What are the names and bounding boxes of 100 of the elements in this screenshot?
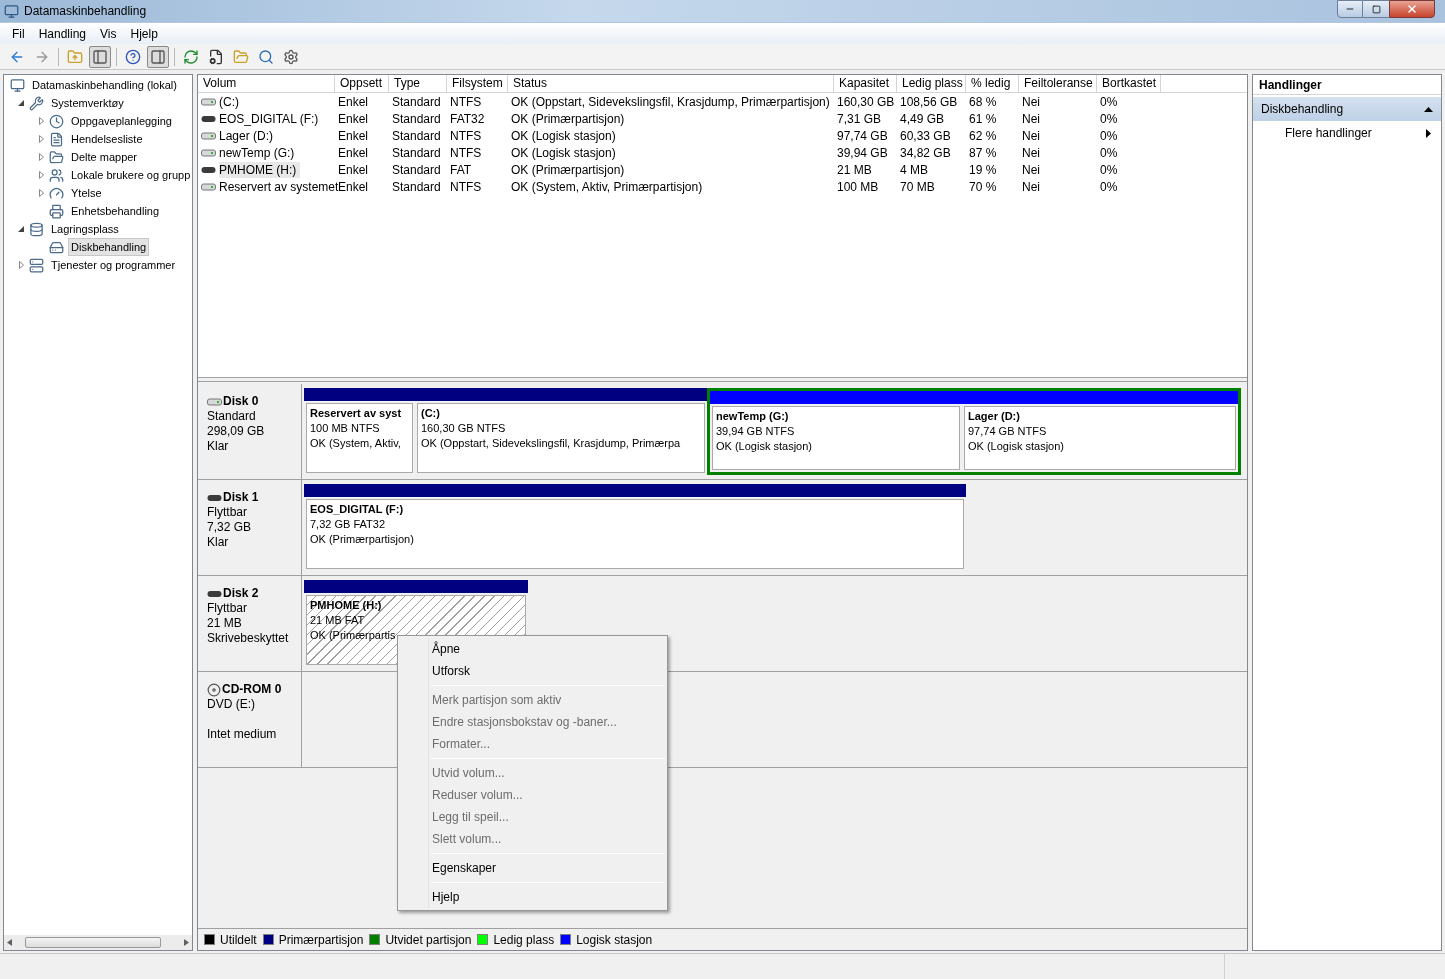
collapsed-arrow-icon[interactable] (38, 153, 44, 161)
tree-item[interactable]: Systemverktøy (48, 94, 127, 112)
partition[interactable]: Lager (D:) 97,74 GB NTFS OK (Logisk stasjon) (964, 406, 1236, 470)
window-title: Datamaskinbehandling (24, 3, 147, 20)
column-header[interactable]: Type (389, 75, 447, 92)
tree-item[interactable]: Enhetsbehandling (68, 202, 163, 220)
column-header[interactable]: Ledig plass (897, 75, 966, 92)
table-cell: 39,94 GB (837, 144, 888, 161)
table-cell: Enkel (338, 178, 369, 195)
disk-info: DVD (E:) (207, 697, 255, 712)
storage-icon (29, 221, 44, 237)
close-icon (1406, 3, 1418, 15)
tree-item[interactable]: Datamaskinbehandling (lokal) (29, 76, 180, 94)
tree-item[interactable]: Delte mapper (68, 148, 141, 166)
collapse-arrow-icon[interactable] (1424, 106, 1433, 112)
table-cell[interactable]: Reservert av systemet (219, 178, 339, 195)
partition-info: 100 MB NTFS (310, 421, 380, 436)
column-header[interactable]: Filsystem (447, 75, 508, 92)
table-cell[interactable]: EOS_DIGITAL (F:) (219, 110, 319, 127)
action-item[interactable]: Flere handlinger (1253, 121, 1441, 145)
partition[interactable]: newTemp (G:) 39,94 GB NTFS OK (Logisk stasjon) (712, 406, 960, 470)
column-header[interactable]: Oppsett (335, 75, 389, 92)
table-cell: Nei (1022, 161, 1040, 178)
table-cell: 97,74 GB (837, 127, 888, 144)
minimize-button[interactable] (1337, 0, 1363, 18)
actions-section-header[interactable]: Diskbehandling (1253, 97, 1441, 121)
column-header[interactable]: Status (508, 75, 834, 92)
collapsed-arrow-icon[interactable] (38, 135, 44, 143)
menu-item[interactable]: Vis (94, 24, 123, 43)
table-cell[interactable]: newTemp (G:) (219, 144, 295, 161)
table-cell: 62 % (969, 127, 997, 144)
menu-item[interactable]: Fil (6, 24, 31, 43)
tree-item[interactable]: Lokale brukere og grupp (68, 166, 192, 184)
column-header[interactable]: % ledig (966, 75, 1019, 92)
table-cell: 19 % (969, 161, 997, 178)
table-cell[interactable]: (C:) (219, 93, 239, 110)
tree-item[interactable]: Tjenester og programmer (48, 256, 179, 274)
table-cell: 0% (1100, 127, 1118, 144)
collapsed-arrow-icon[interactable] (18, 261, 24, 269)
legend-label: Ledig plass (493, 931, 555, 949)
table-cell[interactable]: Lager (D:) (219, 127, 274, 144)
close-button[interactable] (1389, 0, 1435, 18)
settings-icon (283, 48, 299, 65)
expanded-arrow-icon[interactable] (18, 226, 24, 232)
partition[interactable]: (C:) 160,30 GB NTFS OK (Oppstart, Sidevekslingsfil, Krasjdump, Primærpa (417, 403, 705, 473)
table-cell: Nei (1022, 127, 1040, 144)
table-cell: 108,56 GB (900, 93, 958, 110)
disk-info: Intet medium (207, 727, 277, 742)
disk-info: 7,32 GB (207, 520, 252, 535)
tree-item[interactable]: Lagringsplass (48, 220, 122, 238)
disk-info: 298,09 GB (207, 424, 265, 439)
column-header[interactable]: Kapasitet (834, 75, 897, 92)
table-cell: Nei (1022, 178, 1040, 195)
search-icon (258, 48, 274, 65)
partition-name: Reservert av syst (310, 406, 402, 421)
properties-icon (208, 48, 224, 65)
scroll-left-icon[interactable] (7, 939, 12, 946)
toolbar-button[interactable] (89, 45, 111, 68)
toolbar-button[interactable] (147, 45, 169, 68)
partition[interactable]: EOS_DIGITAL (F:) 7,32 GB FAT32 OK (Primærpartisjon) (306, 499, 964, 569)
collapsed-arrow-icon[interactable] (38, 189, 44, 197)
drive-icon (201, 148, 216, 157)
hard-drive-icon (49, 239, 64, 255)
table-cell: Standard (392, 93, 441, 110)
table-cell: 87 % (969, 144, 997, 161)
column-header[interactable]: Bortkastet (1097, 75, 1161, 92)
disk-name: Disk 0 (223, 394, 259, 409)
partition-info: OK (Logisk stasjon) (716, 439, 812, 454)
column-header[interactable]: Feiltoleranse (1019, 75, 1097, 92)
partition-info: OK (Oppstart, Sidevekslingsfil, Krasjdump, Primærpa (421, 436, 681, 451)
table-cell[interactable]: PMHOME (H:) (219, 161, 301, 178)
menu-item[interactable]: Hjelp (124, 24, 164, 43)
expanded-arrow-icon[interactable] (18, 100, 24, 106)
horizontal-scrollbar[interactable] (4, 935, 192, 950)
collapsed-arrow-icon[interactable] (38, 117, 44, 125)
table-cell: OK (Oppstart, Sidevekslingsfil, Krasjdump, Primærpartisjon) (511, 93, 830, 110)
scrollbar-thumb[interactable] (25, 937, 161, 948)
table-cell: 0% (1100, 110, 1118, 127)
collapsed-arrow-icon[interactable] (38, 171, 44, 179)
gauge-icon (49, 185, 64, 201)
tree-item[interactable]: Diskbehandling (68, 238, 150, 256)
table-cell: 0% (1100, 178, 1118, 195)
help-icon (125, 48, 141, 65)
column-header[interactable]: Volum (198, 75, 335, 92)
menu-entry[interactable]: Hjelp (400, 886, 665, 908)
disk-name: Disk 1 (223, 490, 259, 505)
maximize-button[interactable] (1363, 0, 1389, 18)
tree-item[interactable]: Oppgaveplanlegging (68, 112, 175, 130)
menu-item[interactable]: Handling (32, 24, 93, 43)
tree-item[interactable]: Hendelsesliste (68, 130, 146, 148)
partition-name: (C:) (421, 406, 440, 421)
legend-label: Primærpartisjon (278, 931, 364, 949)
refresh-icon (183, 48, 199, 65)
tree-item[interactable]: Ytelse (68, 184, 105, 202)
menu-entry[interactable]: Egenskaper (400, 857, 665, 879)
computer-icon (4, 3, 19, 19)
table-cell: OK (Logisk stasjon) (511, 144, 616, 161)
scroll-right-icon[interactable] (184, 939, 189, 946)
maximize-icon (1371, 4, 1381, 14)
partition[interactable]: Reservert av syst 100 MB NTFS OK (System, Aktiv, (306, 403, 413, 473)
